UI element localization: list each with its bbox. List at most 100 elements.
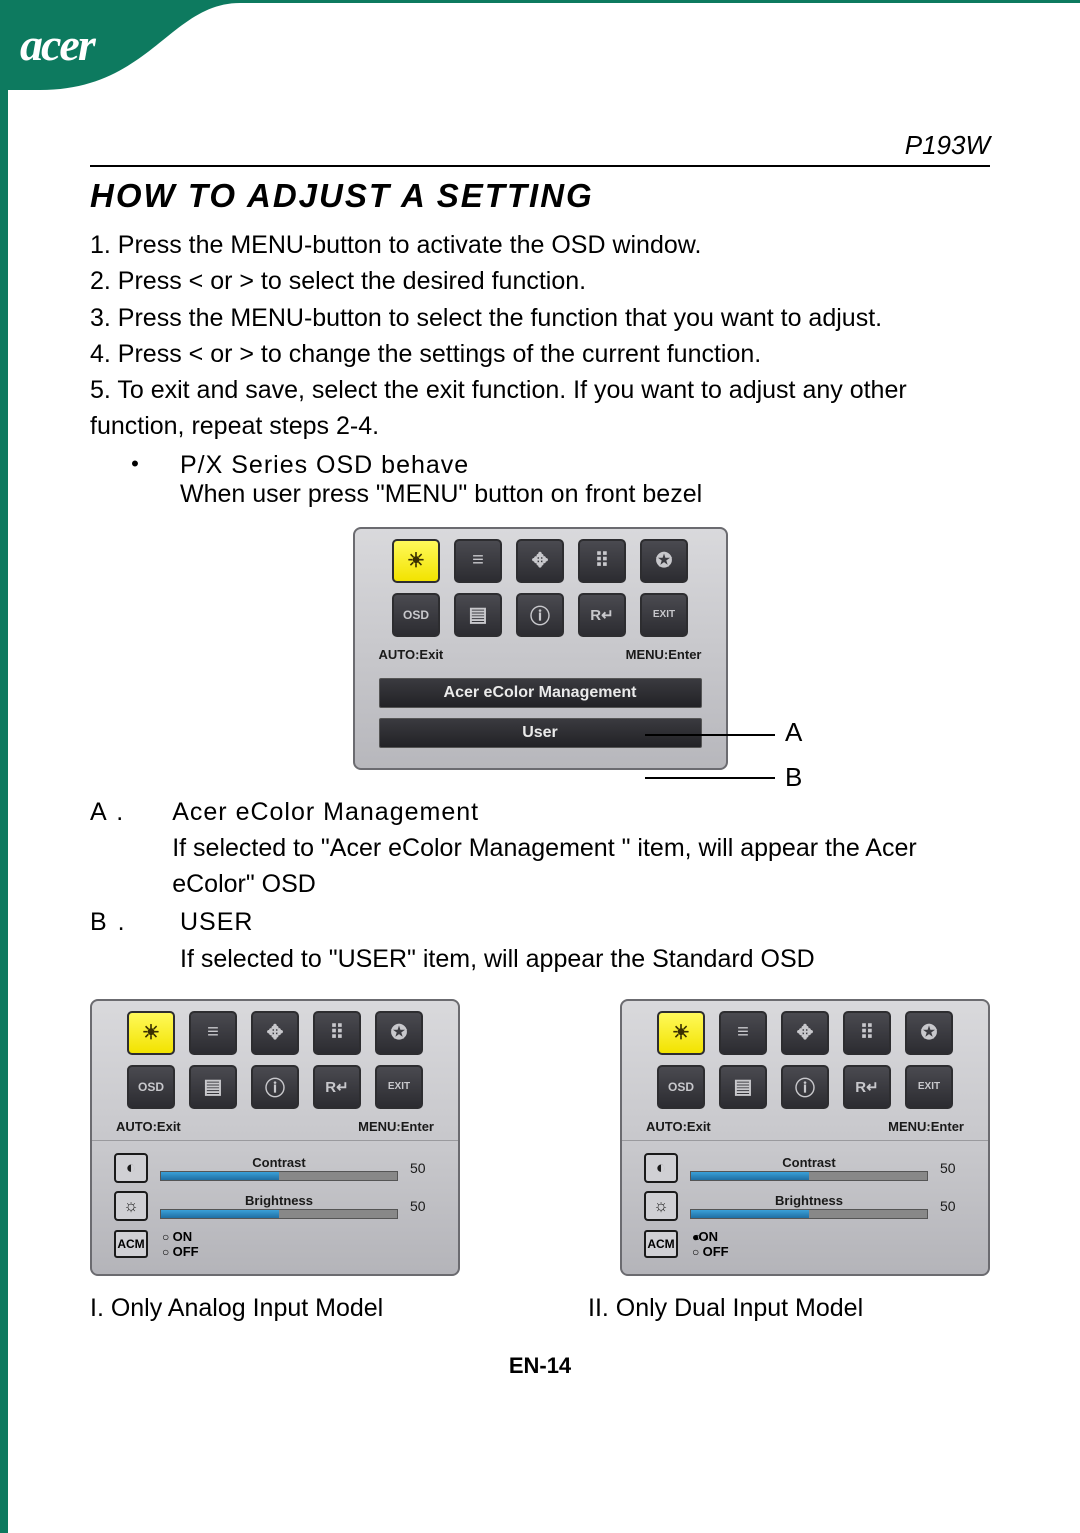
step-1: 1. Press the MENU-button to activate the… — [90, 227, 990, 263]
hint-menu-enter: MENU:Enter — [888, 1119, 964, 1134]
def-a-label: A . — [90, 794, 172, 903]
osd-row-1: ☀ ≡ ✥ ⠿ ✪ — [365, 539, 716, 583]
callout-label-b: B — [785, 762, 802, 793]
hint-auto-exit: AUTO:Exit — [646, 1119, 711, 1134]
series-head: P/X Series OSD behave — [180, 451, 990, 480]
info-icon[interactable]: ⓘ — [516, 593, 564, 637]
step-5: 5. To exit and save, select the exit fun… — [90, 372, 990, 445]
osd-row-2: OSD ▤ ⓘ R↵ EXIT — [365, 593, 716, 637]
acm-off[interactable]: OFF — [162, 1244, 199, 1260]
brightness2-icon: ☼ — [114, 1191, 148, 1221]
input-icon[interactable]: ▤ — [454, 593, 502, 637]
contrast-icon: ◐ — [114, 1153, 148, 1183]
page-title: HOW TO ADJUST A SETTING — [90, 177, 990, 215]
input-icon[interactable]: ▤ — [189, 1065, 237, 1109]
brightness-icon[interactable]: ☀ — [657, 1011, 705, 1055]
page-number: EN-14 — [90, 1353, 990, 1379]
contrast-label: Contrast — [160, 1155, 398, 1170]
osd-analog: ☀ ≡ ✥ ⠿ ✪ OSD ▤ ⓘ R↵ EXIT AUTO:Exit MENU… — [90, 999, 460, 1276]
step-4: 4. Press < or > to change the settings o… — [90, 336, 990, 372]
contrast-icon: ◐ — [644, 1153, 678, 1183]
acm-toggle[interactable]: ACM ON OFF — [644, 1229, 966, 1260]
bar-user[interactable]: User — [379, 718, 702, 748]
brightness-slider[interactable]: ☼ Brightness 50 — [114, 1191, 436, 1221]
bar-acer-ecolor[interactable]: Acer eColor Management — [379, 678, 702, 708]
color-icon[interactable]: ⠿ — [313, 1011, 361, 1055]
header-rule — [90, 165, 990, 167]
brand-logo: acer — [20, 18, 94, 71]
step-3: 3. Press the MENU-button to select the f… — [90, 300, 990, 336]
dual-osd-figures: ☀ ≡ ✥ ⠿ ✪ OSD ▤ ⓘ R↵ EXIT AUTO:Exit MENU… — [90, 999, 990, 1276]
brightness-fill — [161, 1210, 279, 1218]
contrast-label: Contrast — [690, 1155, 928, 1170]
hint-menu-enter: MENU:Enter — [358, 1119, 434, 1134]
step-2: 2. Press < or > to select the desired fu… — [90, 263, 990, 299]
menu-list-icon[interactable]: ≡ — [454, 539, 502, 583]
def-b: B . USER If selected to "USER" item, wil… — [90, 904, 990, 977]
contrast-value: 50 — [410, 1160, 436, 1176]
acm-toggle[interactable]: ACM ON OFF — [114, 1229, 436, 1260]
reset-icon[interactable]: R↵ — [578, 593, 626, 637]
reset-icon[interactable]: R↵ — [843, 1065, 891, 1109]
brightness-icon[interactable]: ☀ — [392, 539, 440, 583]
contrast-value: 50 — [940, 1160, 966, 1176]
figure-captions: I. Only Analog Input Model II. Only Dual… — [90, 1294, 990, 1323]
acm-off[interactable]: OFF — [692, 1244, 729, 1260]
callout-label-a: A — [785, 717, 802, 748]
menu-list-icon[interactable]: ≡ — [189, 1011, 237, 1055]
brightness-value: 50 — [940, 1198, 966, 1214]
exit-icon[interactable]: EXIT — [375, 1065, 423, 1109]
position-icon[interactable]: ✥ — [516, 539, 564, 583]
def-a-head: Acer eColor Management — [172, 794, 990, 830]
header-curve — [0, 0, 1080, 130]
reset-icon[interactable]: R↵ — [313, 1065, 361, 1109]
def-b-label: B . — [90, 904, 180, 977]
brightness-label: Brightness — [160, 1193, 398, 1208]
contrast-fill — [161, 1172, 279, 1180]
info-icon[interactable]: ⓘ — [251, 1065, 299, 1109]
info-icon[interactable]: ⓘ — [781, 1065, 829, 1109]
osd-dual: ☀ ≡ ✥ ⠿ ✪ OSD ▤ ⓘ R↵ EXIT AUTO:Exit MENU… — [620, 999, 990, 1276]
model-number: P193W — [90, 130, 990, 161]
acm-on[interactable]: ON — [162, 1229, 199, 1245]
osd-icon[interactable]: OSD — [392, 593, 440, 637]
osd-icon[interactable]: OSD — [657, 1065, 705, 1109]
hint-auto-exit: AUTO:Exit — [379, 647, 444, 662]
osd-main-figure: ☀ ≡ ✥ ⠿ ✪ OSD ▤ ⓘ R↵ EXIT AUTO:Exit MENU… — [90, 527, 990, 770]
def-a-body: If selected to "Acer eColor Management "… — [172, 830, 990, 903]
brightness-label: Brightness — [690, 1193, 928, 1208]
brightness2-icon: ☼ — [644, 1191, 678, 1221]
contrast-slider[interactable]: ◐ Contrast 50 — [114, 1153, 436, 1183]
caption-dual: II. Only Dual Input Model — [558, 1294, 990, 1323]
color-icon[interactable]: ⠿ — [843, 1011, 891, 1055]
color-icon[interactable]: ⠿ — [578, 539, 626, 583]
exit-icon[interactable]: EXIT — [905, 1065, 953, 1109]
osd-icon[interactable]: OSD — [127, 1065, 175, 1109]
contrast-slider[interactable]: ◐ Contrast 50 — [644, 1153, 966, 1183]
series-bullet: • P/X Series OSD behave When user press … — [90, 451, 990, 509]
hint-menu-enter: MENU:Enter — [626, 647, 702, 662]
def-a: A . Acer eColor Management If selected t… — [90, 794, 990, 903]
def-b-body: If selected to "USER" item, will appear … — [180, 941, 815, 977]
language-icon[interactable]: ✪ — [375, 1011, 423, 1055]
language-icon[interactable]: ✪ — [640, 539, 688, 583]
acm-on[interactable]: ON — [692, 1229, 729, 1245]
hint-auto-exit: AUTO:Exit — [116, 1119, 181, 1134]
menu-list-icon[interactable]: ≡ — [719, 1011, 767, 1055]
series-body: When user press "MENU" button on front b… — [180, 480, 990, 509]
caption-analog: I. Only Analog Input Model — [90, 1294, 522, 1323]
acm-icon: ACM — [644, 1230, 678, 1258]
callout-line-b — [645, 777, 775, 779]
brightness-icon[interactable]: ☀ — [127, 1011, 175, 1055]
position-icon[interactable]: ✥ — [251, 1011, 299, 1055]
position-icon[interactable]: ✥ — [781, 1011, 829, 1055]
exit-icon[interactable]: EXIT — [640, 593, 688, 637]
brightness-value: 50 — [410, 1198, 436, 1214]
brightness-slider[interactable]: ☼ Brightness 50 — [644, 1191, 966, 1221]
acm-icon: ACM — [114, 1230, 148, 1258]
input-icon[interactable]: ▤ — [719, 1065, 767, 1109]
language-icon[interactable]: ✪ — [905, 1011, 953, 1055]
page-left-rule — [0, 0, 8, 1533]
osd-hints: AUTO:Exit MENU:Enter — [365, 647, 716, 668]
callout-line-a — [645, 734, 775, 736]
